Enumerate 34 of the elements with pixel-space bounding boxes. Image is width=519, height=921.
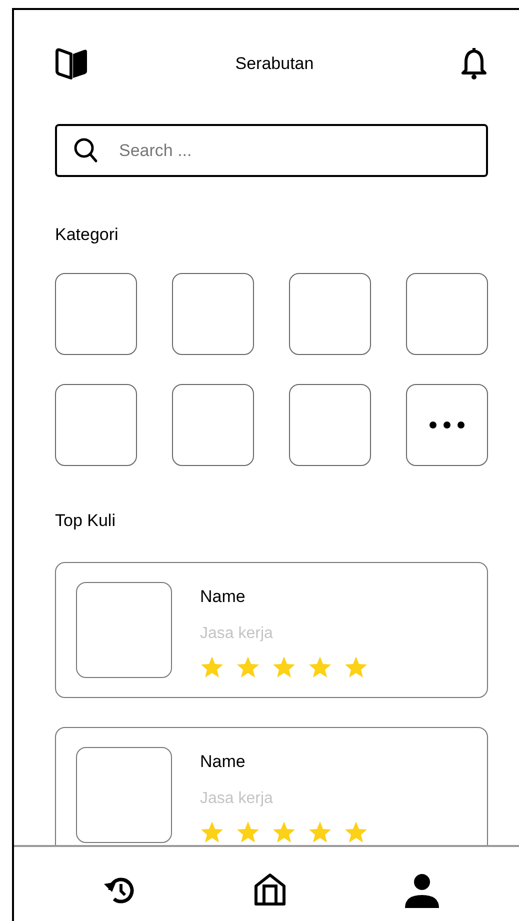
app-title: Serabutan [235, 53, 314, 76]
category-tile[interactable] [172, 273, 254, 355]
section-title: Top Kuli [55, 511, 116, 531]
service-label: Jasa kerja [200, 624, 274, 644]
search-field[interactable]: Search ... [55, 124, 488, 177]
profile-icon[interactable] [404, 872, 440, 908]
category-tile[interactable] [289, 273, 371, 355]
category-tile[interactable] [406, 273, 488, 355]
star-icon [272, 655, 296, 679]
star-icon [200, 655, 224, 679]
service-label: Jasa kerja [200, 789, 274, 809]
worker-name: Name [200, 587, 246, 607]
search-icon [73, 137, 99, 163]
star-icon [236, 820, 260, 844]
notification-bell-icon[interactable] [460, 48, 488, 80]
star-icon [344, 655, 368, 679]
more-categories-tile[interactable] [406, 384, 488, 466]
star-icon [272, 820, 296, 844]
more-icon [429, 421, 465, 429]
category-tile[interactable] [55, 273, 137, 355]
star-icon [344, 820, 368, 844]
star-icon [308, 655, 332, 679]
category-tile[interactable] [172, 384, 254, 466]
worker-card[interactable]: Name Jasa kerja [55, 562, 488, 698]
category-tile[interactable] [289, 384, 371, 466]
star-icon [200, 820, 224, 844]
star-icon [236, 655, 260, 679]
book-icon[interactable] [55, 48, 89, 80]
worker-name: Name [200, 752, 246, 772]
star-icon [308, 820, 332, 844]
category-tile[interactable] [55, 384, 137, 466]
worker-card[interactable]: Name Jasa kerja [55, 727, 488, 845]
home-icon[interactable] [252, 872, 288, 908]
section-title: Kategori [55, 225, 120, 245]
